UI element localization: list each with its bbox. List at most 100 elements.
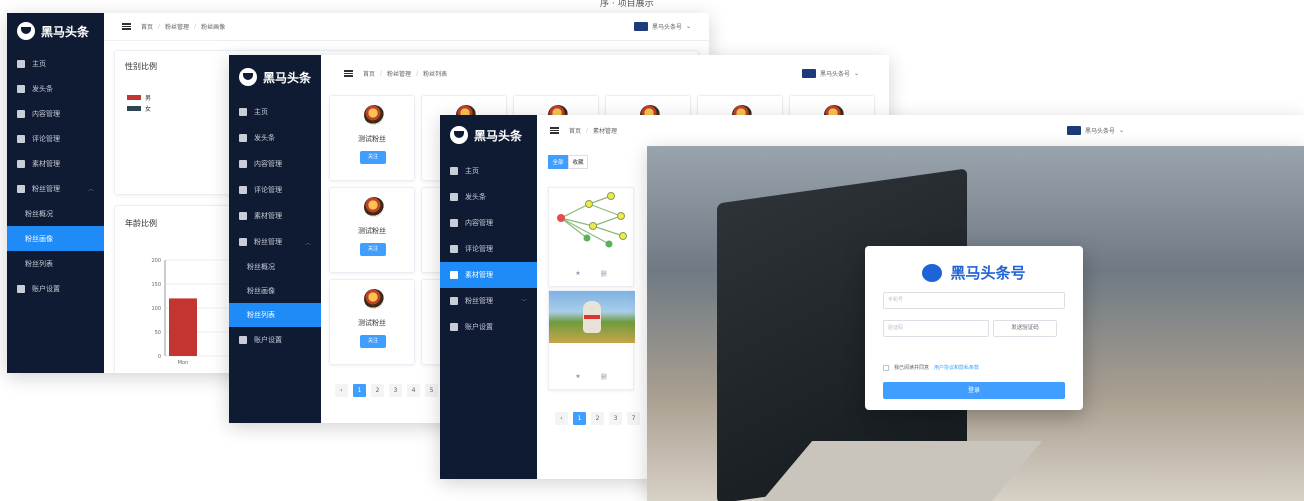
page-button[interactable]: 1 — [573, 412, 586, 425]
login-button[interactable]: 登录 — [883, 382, 1065, 399]
menu-item-publish[interactable]: 发头条 — [229, 125, 321, 151]
menu-item-material[interactable]: 素材管理 — [7, 151, 104, 176]
brand-logo[interactable]: 黑马头条 — [229, 55, 321, 99]
card-title: 年龄比例 — [125, 219, 157, 228]
menu-item-publish[interactable]: 发头条 — [7, 76, 104, 101]
menu-label: 评论管理 — [465, 245, 493, 253]
menu-label: 粉丝画像 — [247, 287, 275, 295]
user-menu[interactable]: 黑马头条号 ⌄ — [633, 22, 691, 31]
user-menu[interactable]: 黑马头条号 ⌄ — [1066, 125, 1124, 135]
page-button[interactable]: 3 — [609, 412, 622, 425]
menu-item-content[interactable]: 内容管理 — [440, 210, 537, 236]
tab-all[interactable]: 全部 — [548, 155, 568, 169]
menu-item-content[interactable]: 内容管理 — [7, 101, 104, 126]
menu-item-fans-portrait[interactable]: 粉丝画像 — [7, 226, 104, 251]
menu-item-fans-list[interactable]: 粉丝列表 — [229, 303, 321, 327]
page-button[interactable]: 2 — [371, 384, 384, 397]
breadcrumb-separator: / — [158, 23, 161, 30]
menu-label: 粉丝列表 — [25, 259, 53, 268]
menu-item-fans[interactable]: 粉丝管理 ︿ — [229, 229, 321, 255]
breadcrumb-home[interactable]: 首页 — [141, 22, 153, 31]
menu-item-fans-portrait[interactable]: 粉丝画像 — [229, 279, 321, 303]
menu-toggle-icon[interactable] — [550, 126, 559, 134]
material-image — [557, 192, 627, 248]
prev-page-button[interactable]: ‹ — [555, 412, 568, 425]
breadcrumb-home[interactable]: 首页 — [569, 126, 581, 135]
material-image — [549, 291, 635, 343]
menu-item-fans[interactable]: 粉丝管理 ﹀ — [440, 288, 537, 314]
menu-item-account[interactable]: 账户设置 — [229, 327, 321, 353]
user-menu[interactable]: 黑马头条号 ⌄ — [801, 68, 859, 78]
breadcrumb-home[interactable]: 首页 — [363, 69, 375, 78]
menu-label: 主页 — [254, 108, 268, 116]
menu-item-comment[interactable]: 评论管理 — [440, 236, 537, 262]
avatar — [364, 289, 384, 309]
header: 首页 / 粉丝管理 / 粉丝画像 黑马头条号 ⌄ — [104, 13, 709, 41]
menu-item-fans-overview[interactable]: 粉丝概况 — [7, 201, 104, 226]
agree-checkbox[interactable] — [883, 364, 889, 371]
delete-icon[interactable]: 删 — [601, 269, 607, 278]
brand-logo[interactable]: 黑马头条 — [7, 13, 104, 49]
menu-label: 发头条 — [32, 84, 53, 93]
menu-item-comment[interactable]: 评论管理 — [7, 126, 104, 151]
follow-button[interactable]: 关注 — [360, 151, 386, 164]
fan-card: 测试粉丝 关注 — [329, 279, 415, 365]
menu-item-home[interactable]: 主页 — [229, 99, 321, 125]
menu-item-material[interactable]: 素材管理 — [229, 203, 321, 229]
image-icon — [17, 159, 25, 168]
document-icon — [17, 109, 25, 118]
menu-label: 主页 — [465, 167, 479, 175]
follow-button[interactable]: 关注 — [360, 335, 386, 348]
breadcrumb-fans[interactable]: 粉丝管理 — [387, 69, 411, 78]
material-actions: ★ 删 — [549, 363, 633, 389]
page-button[interactable]: 4 — [407, 384, 420, 397]
top-caption: 序 · 项目展示 — [600, 0, 654, 9]
agree-text: 我已阅读并同意 — [894, 365, 930, 371]
star-icon[interactable]: ★ — [575, 270, 580, 277]
page-button[interactable]: 5 — [425, 384, 438, 397]
menu-item-home[interactable]: 主页 — [7, 51, 104, 76]
home-icon — [17, 59, 25, 68]
document-icon — [450, 219, 458, 227]
avatar — [364, 105, 384, 125]
menu-label: 账户设置 — [465, 323, 493, 331]
legend-item-female[interactable]: 女 — [127, 104, 151, 113]
page-button[interactable]: 3 — [389, 384, 402, 397]
menu-toggle-icon[interactable] — [344, 69, 353, 77]
fan-card: 测试粉丝 关注 — [329, 95, 415, 181]
star-icon[interactable]: ★ — [575, 373, 580, 380]
legend-item-male[interactable]: 男 — [127, 93, 151, 102]
page-button[interactable]: 1 — [353, 384, 366, 397]
y-tick-label: 50 — [155, 330, 161, 336]
user-icon — [239, 336, 247, 344]
tab-collect[interactable]: 收藏 — [568, 155, 588, 169]
menu-item-account[interactable]: 账户设置 — [440, 314, 537, 340]
menu-toggle-icon[interactable] — [122, 23, 131, 30]
menu-item-content[interactable]: 内容管理 — [229, 151, 321, 177]
brand-logo[interactable]: 黑马头条 — [440, 115, 537, 155]
user-name: 黑马头条号 — [651, 24, 682, 31]
menu-item-material[interactable]: 素材管理 — [440, 262, 537, 288]
phone-input[interactable]: 手机号 — [883, 292, 1065, 309]
sidebar: 黑马头条 主页 发头条 内容管理 评论管理 素材管理 粉丝管理 ︿ 粉丝概况 粉丝… — [229, 55, 321, 423]
page-button[interactable]: 7 — [627, 412, 640, 425]
bar[interactable] — [169, 298, 197, 356]
menu-item-fans[interactable]: 粉丝管理 ︿ — [7, 176, 104, 201]
brand-name: 黑马头条 — [263, 70, 312, 85]
menu-item-comment[interactable]: 评论管理 — [229, 177, 321, 203]
menu-item-fans-list[interactable]: 粉丝列表 — [7, 251, 104, 276]
menu-item-publish[interactable]: 发头条 — [440, 184, 537, 210]
menu-item-home[interactable]: 主页 — [440, 158, 537, 184]
code-input[interactable]: 验证码 — [883, 320, 989, 337]
menu-item-account[interactable]: 账户设置 — [7, 276, 104, 301]
delete-icon[interactable]: 删 — [601, 372, 607, 381]
follow-button[interactable]: 关注 — [360, 243, 386, 256]
agreement-link[interactable]: 用户协议和隐私条款 — [934, 364, 979, 371]
login-title: 黑马头条号 — [950, 264, 1026, 282]
menu-item-fans-overview[interactable]: 粉丝概况 — [229, 255, 321, 279]
chevron-down-icon: ⌄ — [1118, 126, 1124, 134]
prev-page-button[interactable]: ‹ — [335, 384, 348, 397]
page-button[interactable]: 2 — [591, 412, 604, 425]
breadcrumb-fans[interactable]: 粉丝管理 — [165, 22, 189, 31]
send-code-button[interactable]: 发送验证码 — [993, 320, 1057, 337]
